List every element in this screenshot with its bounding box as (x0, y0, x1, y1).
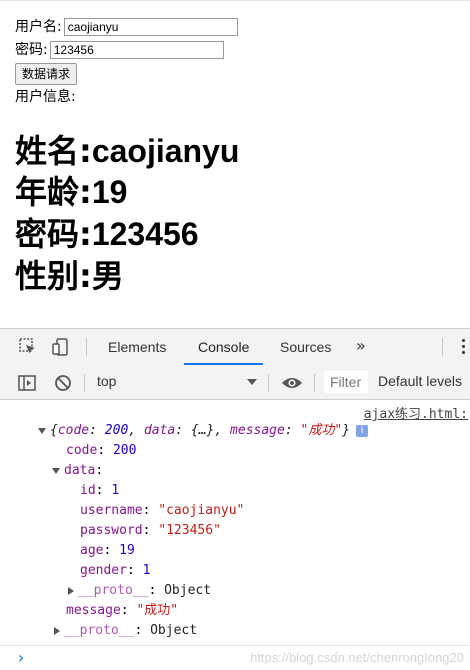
toolbar-separator (84, 374, 85, 392)
sidebar-toggle-icon[interactable] (16, 373, 38, 393)
expand-arrow-icon[interactable] (52, 467, 60, 474)
info-name: 姓名:caojianyu (15, 131, 239, 171)
info-name-label: 姓名: (15, 132, 92, 170)
prop-gender: gender: 1 (80, 563, 151, 578)
info-name-value: caojianyu (91, 133, 240, 169)
username-row: 用户名: (15, 17, 238, 37)
log-levels-dropdown[interactable]: Default levels (378, 373, 462, 389)
inspect-icon[interactable] (17, 337, 39, 357)
filter-input[interactable]: Filter (324, 371, 368, 393)
toolbar-separator (314, 374, 315, 392)
source-link[interactable]: ajax练习.html: (364, 405, 468, 425)
info-age-label: 年龄: (15, 173, 92, 211)
console-output: ajax练习.html: {code: 200, data: {…}, mess… (0, 399, 470, 669)
prop-outer-proto[interactable]: __proto__: Object (54, 621, 197, 641)
prop-data[interactable]: data: (52, 461, 103, 481)
prompt-chevron-icon: › (16, 648, 26, 667)
log-object-summary[interactable]: {code: 200, data: {…}, message: "成功"} i (38, 421, 368, 441)
more-tabs-button[interactable]: » (356, 329, 366, 365)
info-password: 密码:123456 (15, 214, 199, 254)
eye-icon[interactable] (281, 373, 303, 393)
devtools-tabbar: Elements Console Sources » (0, 329, 470, 366)
prop-code: code: 200 (66, 443, 137, 458)
console-prompt-line[interactable]: › https://blog.csdn.net/chenrongIong20 (0, 645, 470, 670)
context-selector[interactable]: top (97, 373, 116, 389)
prop-id: id: 1 (80, 483, 120, 498)
data-request-button[interactable]: 数据请求 (15, 63, 78, 85)
info-password-label: 密码: (15, 215, 92, 253)
kebab-menu-icon[interactable] (462, 339, 468, 357)
user-info-label: 用户信息: (15, 89, 76, 105)
prop-message: message: "成功" (66, 603, 179, 618)
password-input[interactable] (49, 41, 224, 59)
expand-arrow-icon[interactable] (68, 586, 74, 595)
info-password-value: 123456 (91, 216, 199, 252)
info-age-value: 19 (91, 174, 128, 210)
tab-separator (86, 338, 87, 356)
tab-sources[interactable]: Sources (280, 329, 331, 365)
username-input[interactable] (63, 18, 238, 36)
prop-age: age: 19 (80, 543, 135, 558)
clear-console-icon[interactable] (52, 373, 74, 393)
prop-password: password: "123456" (80, 523, 221, 538)
console-toolbar: top Filter Default levels (0, 365, 470, 400)
info-gender-value: 男 (91, 258, 124, 294)
prop-inner-proto[interactable]: __proto__: Object (68, 581, 211, 601)
expand-arrow-icon[interactable] (38, 427, 46, 434)
device-toolbar-icon[interactable] (49, 337, 71, 357)
watermark: https://blog.csdn.net/chenrongIong20 (250, 650, 464, 665)
username-label: 用户名: (15, 19, 62, 35)
info-age: 年龄:19 (15, 172, 127, 212)
info-icon[interactable]: i (355, 424, 368, 437)
info-gender: 性别:男 (15, 256, 124, 296)
info-gender-label: 性别: (15, 257, 92, 295)
expand-arrow-icon[interactable] (54, 626, 60, 635)
tab-elements[interactable]: Elements (108, 329, 166, 365)
password-row: 密码: (15, 40, 224, 60)
tab-separator (442, 338, 443, 356)
toolbar-separator (268, 374, 269, 392)
devtools-panel: Elements Console Sources » top Filter De… (0, 328, 470, 669)
tab-console[interactable]: Console (184, 329, 264, 365)
chevron-down-icon[interactable] (247, 379, 257, 385)
prop-username: username: "caojianyu" (80, 503, 245, 518)
password-label: 密码: (15, 42, 48, 58)
web-page: 用户名: 密码: 数据请求 用户信息: 姓名:caojianyu 年龄:19 密… (0, 0, 470, 329)
